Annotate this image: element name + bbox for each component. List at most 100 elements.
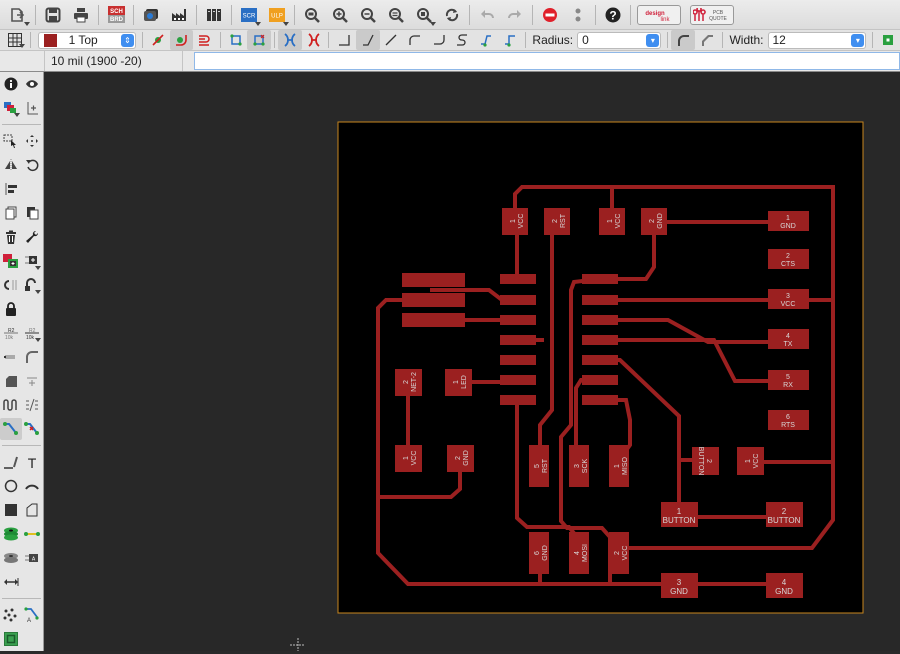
ic-pad[interactable] <box>500 335 536 345</box>
ic-pad[interactable] <box>500 375 536 385</box>
help-button[interactable]: ? <box>599 2 627 28</box>
via-off-button[interactable] <box>146 30 170 50</box>
optimize-button[interactable] <box>0 370 22 392</box>
ic-pad[interactable] <box>500 295 536 305</box>
ratsnest-button[interactable] <box>0 604 22 626</box>
via-tool-button[interactable] <box>0 523 22 545</box>
loop-remove-button[interactable] <box>224 30 248 50</box>
drc-button[interactable] <box>0 628 22 650</box>
circle-button[interactable] <box>0 475 22 497</box>
route-button[interactable] <box>0 418 22 440</box>
line-button[interactable] <box>0 451 22 473</box>
via-on-button[interactable] <box>169 30 194 50</box>
resonator-pad[interactable] <box>402 293 465 307</box>
ic-pad[interactable] <box>582 274 618 284</box>
bend-90-button[interactable] <box>332 30 356 50</box>
width-combo[interactable]: 12 ▾ <box>767 31 867 49</box>
stop-button[interactable] <box>536 2 564 28</box>
manufacturing-button[interactable] <box>165 2 193 28</box>
command-input[interactable] <box>193 52 900 70</box>
copy-button[interactable] <box>0 202 22 224</box>
go-button[interactable] <box>564 2 592 28</box>
zoom-redraw-button[interactable] <box>382 2 410 28</box>
meander-button[interactable] <box>22 370 44 392</box>
show-button[interactable] <box>22 73 44 95</box>
bend-follow-me-button[interactable] <box>474 30 498 50</box>
info-button[interactable] <box>0 73 22 95</box>
board-canvas[interactable]: 1 VCC 2 RST 1 VCC 2 GND 1 GND 2 CTS 3 VCC 4 TX 5 RX 6 RTS 2 N… <box>45 72 900 651</box>
add-button[interactable] <box>0 250 22 272</box>
text-button[interactable]: T <box>22 451 44 473</box>
ic-pad[interactable] <box>500 274 536 284</box>
ic-pad[interactable] <box>582 395 618 405</box>
paste-button[interactable] <box>22 202 44 224</box>
swap-button[interactable] <box>0 274 22 296</box>
bend-arc2-button[interactable] <box>427 30 451 50</box>
bend-45-button[interactable] <box>355 30 380 50</box>
move-button[interactable] <box>22 130 44 152</box>
bend-straight-button[interactable] <box>380 30 404 50</box>
display-layers-button[interactable] <box>0 97 22 119</box>
zoom-fit-button[interactable] <box>298 2 326 28</box>
open-button[interactable] <box>4 2 32 28</box>
radius-combo[interactable]: 0 ▾ <box>577 31 662 49</box>
lock-button[interactable] <box>0 298 22 320</box>
group-button[interactable] <box>0 130 22 152</box>
cam-button[interactable] <box>137 2 165 28</box>
via-shape-button[interactable] <box>876 30 900 50</box>
align-button[interactable] <box>0 178 22 200</box>
arc-corner-button[interactable] <box>22 346 44 368</box>
signal-button[interactable] <box>22 523 44 545</box>
miter-corner-button[interactable] <box>695 30 719 50</box>
value-button[interactable]: R2 10k <box>22 322 44 344</box>
diff-pair-button[interactable] <box>193 30 217 50</box>
rectangle-button[interactable] <box>0 499 22 521</box>
ic-pad[interactable] <box>582 375 618 385</box>
designlink-button[interactable]: design link <box>637 4 681 25</box>
zoom-out-button[interactable] <box>354 2 382 28</box>
meander2-button[interactable] <box>0 394 22 416</box>
ic-pad[interactable] <box>582 315 618 325</box>
undo-button[interactable] <box>473 2 501 28</box>
loop-remove-off-button[interactable] <box>247 30 272 50</box>
layer-select[interactable]: 1 Top ⇕ <box>37 31 137 49</box>
mark-button[interactable] <box>22 97 44 119</box>
ic-pad[interactable] <box>582 295 618 305</box>
rotate-button[interactable] <box>22 154 44 176</box>
ic-pad[interactable] <box>500 315 536 325</box>
dimension-button[interactable] <box>0 571 22 593</box>
ic-pad[interactable] <box>582 335 618 345</box>
zoom-select-button[interactable] <box>410 2 438 28</box>
ic-pad[interactable] <box>500 395 536 405</box>
obstacle-walkaround-button[interactable] <box>278 30 302 50</box>
resonator-pad[interactable] <box>402 313 465 327</box>
attribute-button[interactable]: A <box>22 547 44 569</box>
grid-button[interactable] <box>3 30 27 50</box>
script-button[interactable]: SCR <box>235 2 263 28</box>
split-button[interactable] <box>22 274 44 296</box>
ic-pad[interactable] <box>500 355 536 365</box>
redo-button[interactable] <box>501 2 529 28</box>
pcb-quote-button[interactable]: PCB QUOTE <box>690 4 734 25</box>
polygon-button[interactable] <box>22 499 44 521</box>
ic-pad[interactable] <box>582 355 618 365</box>
library-button[interactable] <box>200 2 228 28</box>
arc-button[interactable] <box>22 475 44 497</box>
bend-s-button[interactable] <box>451 30 475 50</box>
diff-pair-tool-button[interactable] <box>22 394 44 416</box>
mirror-button[interactable] <box>0 154 22 176</box>
ripup-button[interactable] <box>22 418 44 440</box>
delete-button[interactable] <box>0 226 22 248</box>
autorouter-button[interactable]: A <box>22 604 44 626</box>
miter-button[interactable] <box>0 346 22 368</box>
bend-arc-button[interactable] <box>403 30 427 50</box>
pcb-drawing[interactable]: 1 VCC 2 RST 1 VCC 2 GND 1GND2CTS3VCC4TX5RX6RTS2 N… <box>45 72 900 651</box>
name-button[interactable]: R2 10k <box>0 322 22 344</box>
ulp-button[interactable]: ULP <box>263 2 291 28</box>
round-corner-button[interactable] <box>671 30 695 50</box>
change-button[interactable] <box>22 226 44 248</box>
save-button[interactable] <box>39 2 67 28</box>
obstacle-ignore-button[interactable] <box>302 30 326 50</box>
print-button[interactable] <box>67 2 95 28</box>
bend-follow-me2-button[interactable] <box>498 30 522 50</box>
